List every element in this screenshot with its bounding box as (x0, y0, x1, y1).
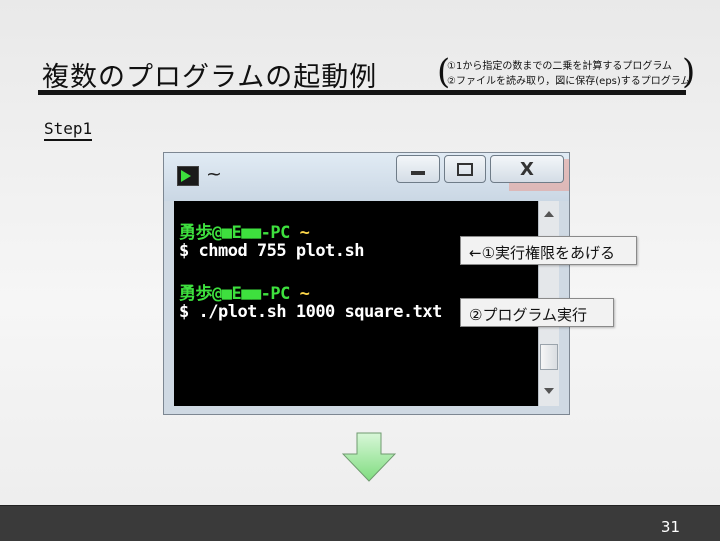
terminal-app-icon[interactable] (177, 166, 199, 186)
terminal-line-1: 勇歩@■E■■-PC ~ (179, 218, 310, 243)
terminal-user-host: 勇歩@■E■■-PC (179, 284, 290, 304)
close-button[interactable]: X (490, 155, 564, 183)
page-number: 31 (660, 518, 680, 536)
terminal-line-2: $ chmod 755 plot.sh (179, 241, 364, 261)
step-label: Step1 (44, 119, 93, 141)
close-icon: X (520, 158, 534, 180)
terminal-line-4: $ ./plot.sh 1000 square.txt (179, 302, 442, 322)
note-paren-close: ) (682, 52, 696, 92)
minimize-icon (411, 171, 425, 175)
terminal-window: ~ X 勇歩@■E■■-PC ~ $ chmod 755 plot.sh 勇歩@… (163, 152, 570, 415)
terminal-command: ./plot.sh 1000 square.txt (198, 302, 443, 322)
terminal-titlebar[interactable]: ~ X (164, 153, 569, 201)
terminal-cwd: ~ (299, 223, 310, 243)
terminal-command: chmod 755 plot.sh (198, 241, 365, 261)
down-arrow-icon (342, 432, 396, 482)
terminal-user-host: 勇歩@■E■■-PC (179, 223, 290, 243)
callout-run-program: ②プログラム実行 (460, 298, 614, 327)
minimize-button[interactable] (396, 155, 440, 183)
terminal-line-3: 勇歩@■E■■-PC ~ (179, 279, 310, 304)
slide-footer: 31 (0, 505, 720, 541)
note-line-1: ①1から指定の数までの二乗を計算するプログラム (447, 61, 673, 72)
slide-title: 複数のプログラムの起動例 (42, 62, 378, 93)
title-underline (38, 90, 686, 95)
maximize-icon (457, 162, 473, 176)
note-line-2: ②ファイルを読み取り，図に保存(eps)するプログラム (447, 76, 691, 87)
scroll-up-icon[interactable] (544, 211, 554, 217)
terminal-prompt: $ (179, 302, 189, 322)
terminal-cwd: ~ (299, 284, 310, 304)
scroll-down-icon[interactable] (544, 388, 554, 394)
callout-permission: ←①実行権限をあげる (460, 236, 637, 265)
terminal-prompt: $ (179, 241, 189, 261)
scroll-thumb[interactable] (540, 344, 558, 370)
maximize-button[interactable] (444, 155, 486, 183)
terminal-window-title: ~ (206, 163, 222, 185)
